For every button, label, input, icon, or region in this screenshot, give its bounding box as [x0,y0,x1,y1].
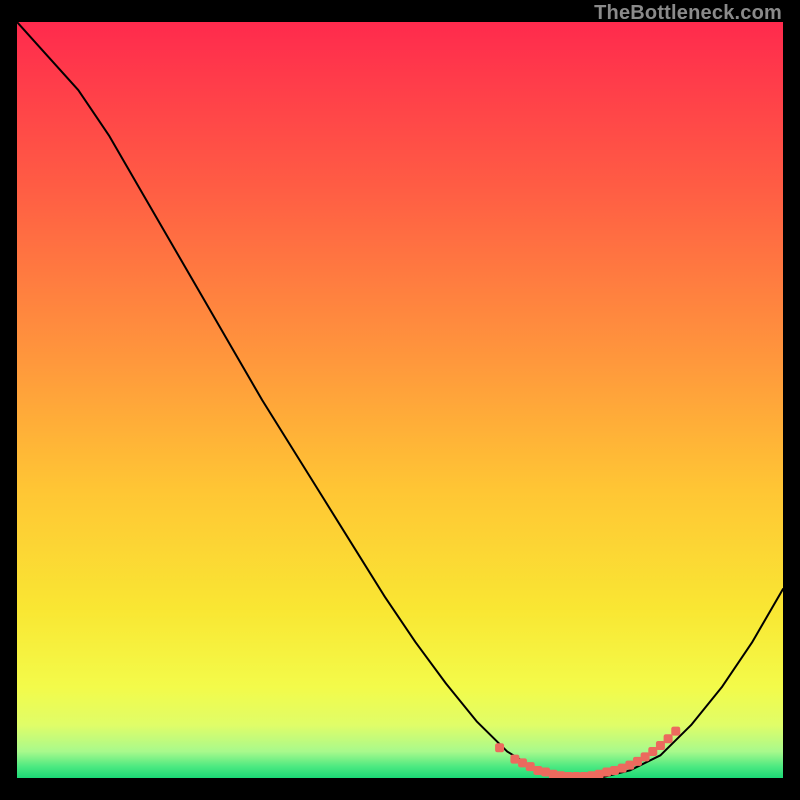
chart-frame: TheBottleneck.com [0,0,800,800]
optimal-range-markers [495,727,680,778]
optimal-marker [510,755,519,764]
optimal-marker [564,772,573,778]
optimal-marker [602,767,611,776]
optimal-marker [587,771,596,778]
optimal-marker [648,747,657,756]
optimal-marker [541,767,550,776]
plot-area [17,22,783,778]
optimal-marker [618,764,627,773]
optimal-marker [625,761,634,770]
optimal-marker [495,743,504,752]
optimal-marker [533,766,542,775]
optimal-marker [656,741,665,750]
optimal-marker [595,770,604,778]
optimal-marker [556,771,565,778]
optimal-marker [518,758,527,767]
optimal-marker [549,770,558,778]
optimal-marker [579,772,588,778]
bottleneck-curve [17,22,783,778]
optimal-marker [664,734,673,743]
optimal-marker [610,766,619,775]
curve-layer [17,22,783,778]
optimal-marker [671,727,680,736]
optimal-marker [633,757,642,766]
optimal-marker [641,752,650,761]
optimal-marker [572,772,581,778]
optimal-marker [526,762,535,771]
